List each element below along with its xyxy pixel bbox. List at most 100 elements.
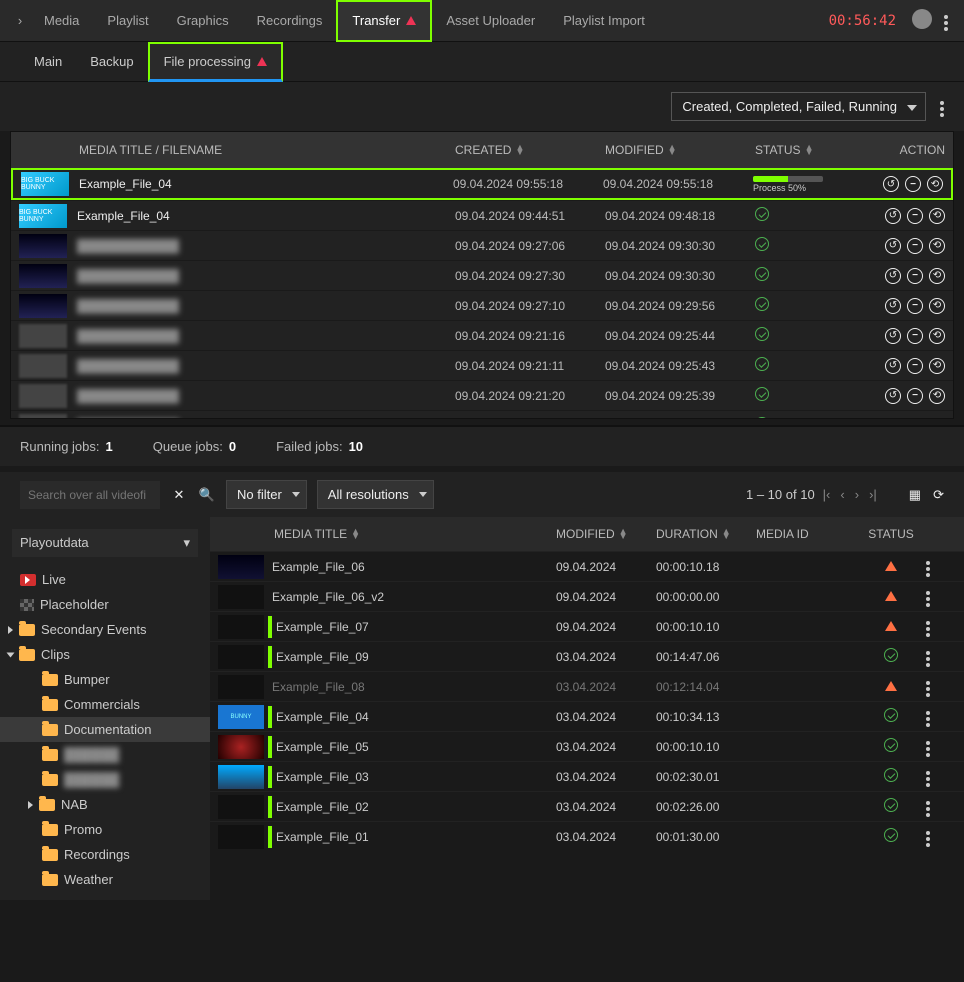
- nav-tab-playlist[interactable]: Playlist: [93, 0, 162, 42]
- hist-icon[interactable]: [929, 328, 945, 344]
- media-row[interactable]: Example_File_0303.04.202400:02:30.01: [210, 761, 964, 791]
- row-kebab-icon[interactable]: [926, 620, 956, 634]
- grid-view-icon[interactable]: ▦: [909, 487, 921, 503]
- row-kebab-icon[interactable]: [926, 590, 956, 604]
- col-created[interactable]: CREATED▲▼: [455, 143, 605, 157]
- filter-kebab-icon[interactable]: [940, 99, 944, 114]
- status-filter-dropdown[interactable]: Created, Completed, Failed, Running: [671, 92, 926, 121]
- resolution-dropdown[interactable]: All resolutions: [317, 480, 434, 509]
- tree-clips[interactable]: Clips: [0, 642, 210, 667]
- job-row[interactable]: ████████████09.04.2024 09:27:3009.04.202…: [11, 260, 953, 290]
- media-row[interactable]: Example_File_0609.04.202400:00:10.18: [210, 551, 964, 581]
- tree-item-nab[interactable]: NAB: [0, 792, 210, 817]
- restart-icon[interactable]: [885, 328, 901, 344]
- lcol-modified[interactable]: MODIFIED▲▼: [556, 527, 656, 541]
- media-row[interactable]: Example_File_06_v209.04.202400:00:00.00: [210, 581, 964, 611]
- minus-icon[interactable]: [907, 388, 923, 404]
- tree-root-dropdown[interactable]: Playoutdata▾: [12, 529, 198, 557]
- page-prev-icon[interactable]: ‹: [838, 487, 846, 502]
- row-kebab-icon[interactable]: [926, 830, 956, 844]
- search-input[interactable]: [20, 481, 160, 509]
- tree-live[interactable]: Live: [0, 567, 210, 592]
- job-row[interactable]: ████████████09.04.2024 09:21:2409.04.202…: [11, 410, 953, 418]
- lcol-title[interactable]: MEDIA TITLE▲▼: [274, 527, 556, 541]
- restart-icon[interactable]: [885, 418, 901, 419]
- hist-icon[interactable]: [929, 208, 945, 224]
- restart-icon[interactable]: [885, 238, 901, 254]
- tree-item-commercials[interactable]: Commercials: [0, 692, 210, 717]
- job-row[interactable]: ████████████09.04.2024 09:21:1109.04.202…: [11, 350, 953, 380]
- col-status[interactable]: STATUS▲▼: [755, 143, 855, 157]
- nav-tab-playlist-import[interactable]: Playlist Import: [549, 0, 659, 42]
- minus-icon[interactable]: [907, 268, 923, 284]
- tree-secondary[interactable]: Secondary Events: [0, 617, 210, 642]
- hist-icon[interactable]: [929, 358, 945, 374]
- restart-icon[interactable]: [885, 208, 901, 224]
- restart-icon[interactable]: [885, 388, 901, 404]
- kebab-icon[interactable]: [944, 13, 948, 28]
- media-row[interactable]: BUNNYExample_File_0403.04.202400:10:34.1…: [210, 701, 964, 731]
- media-row[interactable]: Example_File_0103.04.202400:01:30.00: [210, 821, 964, 851]
- restart-icon[interactable]: [883, 176, 899, 192]
- minus-icon[interactable]: [907, 208, 923, 224]
- row-kebab-icon[interactable]: [926, 710, 956, 724]
- page-first-icon[interactable]: |‹: [821, 487, 833, 502]
- filter-dropdown[interactable]: No filter: [226, 480, 307, 509]
- row-kebab-icon[interactable]: [926, 800, 956, 814]
- clear-icon[interactable]: ✕: [170, 487, 188, 503]
- user-icon[interactable]: [912, 9, 932, 32]
- lcol-media-id[interactable]: MEDIA ID: [756, 527, 856, 541]
- tree-placeholder[interactable]: Placeholder: [0, 592, 210, 617]
- subtab-backup[interactable]: Backup: [76, 42, 147, 82]
- tree-item-promo[interactable]: Promo: [0, 817, 210, 842]
- hist-icon[interactable]: [929, 388, 945, 404]
- media-row[interactable]: Example_File_0503.04.202400:00:10.10: [210, 731, 964, 761]
- job-row[interactable]: BIG BUCK BUNNYExample_File_0409.04.2024 …: [11, 200, 953, 230]
- page-next-icon[interactable]: ›: [853, 487, 861, 502]
- minus-icon[interactable]: [907, 358, 923, 374]
- row-kebab-icon[interactable]: [926, 560, 956, 574]
- page-last-icon[interactable]: ›|: [867, 487, 879, 502]
- row-kebab-icon[interactable]: [926, 680, 956, 694]
- hist-icon[interactable]: [929, 268, 945, 284]
- hist-icon[interactable]: [929, 238, 945, 254]
- refresh-icon[interactable]: ⟳: [933, 487, 944, 503]
- media-row[interactable]: Example_File_0709.04.202400:00:10.10: [210, 611, 964, 641]
- hist-icon[interactable]: [929, 298, 945, 314]
- job-row[interactable]: ████████████09.04.2024 09:21:1609.04.202…: [11, 320, 953, 350]
- nav-tab-asset-uploader[interactable]: Asset Uploader: [432, 0, 549, 42]
- search-icon[interactable]: 🔍: [198, 487, 216, 503]
- minus-icon[interactable]: [907, 328, 923, 344]
- hist-icon[interactable]: [927, 176, 943, 192]
- restart-icon[interactable]: [885, 358, 901, 374]
- nav-tab-media[interactable]: Media: [30, 0, 93, 42]
- media-row[interactable]: Example_File_0903.04.202400:14:47.06: [210, 641, 964, 671]
- media-row[interactable]: Example_File_0203.04.202400:02:26.00: [210, 791, 964, 821]
- tree-item-blurred[interactable]: ██████: [0, 767, 210, 792]
- lcol-duration[interactable]: DURATION▲▼: [656, 527, 756, 541]
- lcol-status[interactable]: STATUS: [856, 527, 926, 541]
- subtab-file-processing[interactable]: File processing: [148, 42, 283, 82]
- nav-tab-recordings[interactable]: Recordings: [243, 0, 337, 42]
- tree-item-weather[interactable]: Weather: [0, 867, 210, 892]
- nav-tab-transfer[interactable]: Transfer: [336, 0, 432, 42]
- nav-expand-icon[interactable]: ›: [10, 13, 30, 28]
- tree-item-bumper[interactable]: Bumper: [0, 667, 210, 692]
- job-row[interactable]: ████████████09.04.2024 09:27:0609.04.202…: [11, 230, 953, 260]
- subtab-main[interactable]: Main: [20, 42, 76, 82]
- row-kebab-icon[interactable]: [926, 740, 956, 754]
- hist-icon[interactable]: [929, 418, 945, 419]
- row-kebab-icon[interactable]: [926, 770, 956, 784]
- restart-icon[interactable]: [885, 298, 901, 314]
- col-modified[interactable]: MODIFIED▲▼: [605, 143, 755, 157]
- restart-icon[interactable]: [885, 268, 901, 284]
- minus-icon[interactable]: [907, 418, 923, 419]
- nav-tab-graphics[interactable]: Graphics: [163, 0, 243, 42]
- job-row[interactable]: ████████████09.04.2024 09:27:1009.04.202…: [11, 290, 953, 320]
- job-row[interactable]: ████████████09.04.2024 09:21:2009.04.202…: [11, 380, 953, 410]
- minus-icon[interactable]: [907, 238, 923, 254]
- media-row[interactable]: Example_File_0803.04.202400:12:14.04: [210, 671, 964, 701]
- tree-item-documentation[interactable]: Documentation: [0, 717, 210, 742]
- minus-icon[interactable]: [905, 176, 921, 192]
- col-title[interactable]: MEDIA TITLE / FILENAME: [79, 143, 455, 157]
